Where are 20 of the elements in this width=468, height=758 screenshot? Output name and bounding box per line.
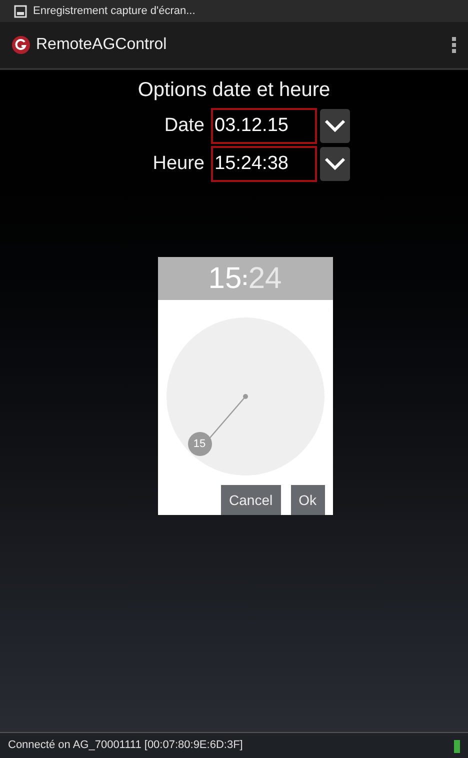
field-label: Heure (152, 152, 204, 176)
dialog-button[interactable]: Cancel (221, 485, 281, 515)
time-separator: : (242, 268, 248, 288)
text-field[interactable]: 15:24:38 (210, 146, 316, 182)
heading: Options date et heure (138, 78, 330, 103)
dropdown-button[interactable] (320, 109, 350, 143)
overflow-menu-icon[interactable] (452, 37, 456, 53)
image-icon (14, 4, 27, 18)
hand-label: 15 (192, 436, 207, 452)
logo-icon (12, 36, 30, 54)
field-label: Date (163, 114, 204, 138)
dialog-button[interactable]: Ok (290, 485, 324, 515)
status-text: Connecté on AG_70001111 [00:07:80:9E:6D:3F] (8, 738, 243, 754)
battery-icon (454, 738, 460, 752)
text-field[interactable]: 03.12.15 (210, 108, 316, 144)
chevron-down-icon (324, 119, 346, 133)
chevron-down-icon (324, 157, 346, 171)
app-title: RemoteAGControl (36, 35, 167, 55)
dropdown-button[interactable] (320, 147, 350, 181)
notification-text: Enregistrement capture d'écran... (33, 4, 196, 19)
